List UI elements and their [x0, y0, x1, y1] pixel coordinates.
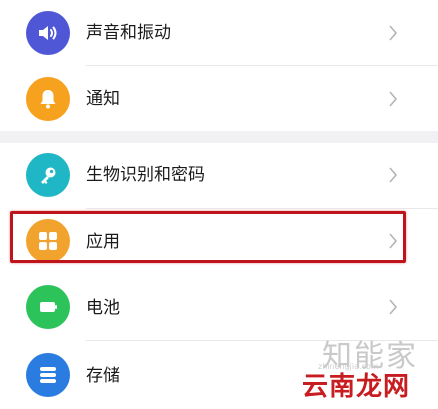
- watermark-bottom: 云南龙网: [302, 372, 411, 402]
- settings-item-battery[interactable]: 电池: [0, 275, 438, 341]
- settings-item-notifications[interactable]: 通知: [0, 66, 438, 132]
- battery-icon: [26, 285, 70, 329]
- section-gap: [0, 131, 438, 143]
- storage-icon: [26, 353, 70, 397]
- settings-item-label: 电池: [86, 298, 120, 318]
- settings-item-label: 声音和振动: [86, 23, 171, 43]
- chevron-right-icon: [389, 91, 398, 107]
- chevron-right-icon: [389, 299, 398, 315]
- highlight-box: [10, 211, 406, 263]
- watermark-small: zhinengjia.com: [318, 362, 379, 371]
- key-icon: [26, 153, 70, 197]
- chevron-right-icon: [389, 25, 398, 41]
- settings-item-label: 通知: [86, 89, 120, 109]
- speaker-icon: [26, 11, 70, 55]
- settings-item-label: 生物识别和密码: [86, 165, 205, 185]
- settings-item-label: 存储: [86, 366, 120, 386]
- settings-item-biometrics-password[interactable]: 生物识别和密码: [0, 143, 438, 209]
- bell-icon: [26, 77, 70, 121]
- chevron-right-icon: [389, 167, 398, 183]
- settings-item-sound-vibration[interactable]: 声音和振动: [0, 0, 438, 66]
